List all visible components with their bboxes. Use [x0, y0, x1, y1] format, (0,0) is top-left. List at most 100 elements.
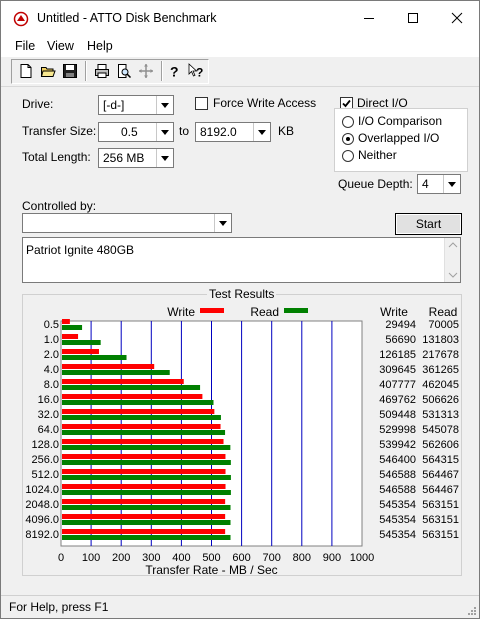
context-help-icon: ?	[188, 63, 203, 79]
transfer-to-dropdown-arrow[interactable]	[253, 123, 270, 141]
print-preview-icon	[118, 64, 132, 79]
toolbar-separator	[85, 61, 87, 81]
row-label: 4096.0	[25, 514, 59, 526]
total-length-label: Total Length:	[22, 150, 91, 164]
read-bar	[62, 340, 101, 345]
read-value: 563151	[422, 514, 459, 526]
read-value: 131803	[422, 334, 459, 346]
close-button[interactable]	[435, 1, 479, 35]
row-label: 1024.0	[25, 484, 59, 496]
io-comparison-radio[interactable]	[342, 116, 354, 128]
force-write-label: Force Write Access	[213, 96, 317, 110]
write-bar	[62, 454, 226, 459]
maximize-button[interactable]	[391, 1, 435, 35]
menu-help[interactable]: Help	[87, 39, 113, 53]
total-length-select[interactable]: 256 MB	[98, 148, 174, 168]
read-value: 361265	[422, 364, 459, 376]
row-label: 16.0	[38, 394, 59, 406]
menu-bar: File View Help	[1, 35, 479, 57]
io-mode-group: I/O Comparison Overlapped I/O Neither	[334, 108, 468, 172]
controlled-by-dropdown-arrow[interactable]	[214, 214, 231, 232]
save-button[interactable]	[59, 60, 81, 82]
write-bar	[62, 409, 215, 414]
read-value: 217678	[422, 349, 459, 361]
write-bar	[62, 439, 224, 444]
x-tick-label: 0	[58, 552, 64, 564]
menu-view[interactable]: View	[47, 39, 74, 53]
read-bar	[62, 370, 170, 375]
write-value: 539942	[379, 439, 416, 451]
title-bar[interactable]: Untitled - ATTO Disk Benchmark	[1, 1, 479, 35]
context-help-button[interactable]: ?	[185, 60, 207, 82]
transfer-size-from-select[interactable]: 0.5	[98, 122, 174, 142]
x-axis-label: Transfer Rate - MB / Sec	[145, 563, 277, 577]
write-value: 545354	[379, 529, 416, 541]
transfer-to-value: 8192.0	[200, 125, 237, 139]
queue-depth-value: 4	[422, 177, 429, 191]
write-bar	[62, 484, 226, 489]
move-button[interactable]	[135, 60, 157, 82]
read-bar	[62, 325, 83, 330]
open-button[interactable]	[37, 60, 59, 82]
benchmark-panel: Drive: [-d-] Force Write Access Direct I…	[11, 87, 471, 595]
read-value: 563151	[422, 529, 459, 541]
app-window: Untitled - ATTO Disk Benchmark File View…	[0, 0, 480, 619]
row-label: 64.0	[38, 424, 59, 436]
write-bar	[62, 349, 99, 354]
transfer-size-to-select[interactable]: 8192.0	[195, 122, 271, 142]
description-scrollbar[interactable]	[444, 238, 460, 282]
write-value: 407777	[379, 379, 416, 391]
about-button[interactable]: ?	[163, 60, 185, 82]
read-value: 564467	[422, 469, 459, 481]
total-length-dropdown-arrow[interactable]	[156, 149, 173, 167]
row-label: 1.0	[44, 334, 59, 346]
read-bar	[62, 460, 231, 465]
write-bar	[62, 424, 221, 429]
read-value: 562606	[422, 439, 459, 451]
read-bar	[62, 505, 231, 510]
write-bar	[62, 514, 226, 519]
row-label: 2048.0	[25, 499, 59, 511]
read-value: 545078	[422, 424, 459, 436]
write-value: 126185	[379, 349, 416, 361]
scroll-up-icon	[448, 242, 458, 248]
save-disk-icon	[63, 64, 77, 78]
chevron-down-icon	[161, 129, 169, 135]
new-button[interactable]	[15, 60, 37, 82]
print-button[interactable]	[91, 60, 113, 82]
x-tick-label: 800	[293, 552, 311, 564]
toolbar: ? ?	[1, 57, 479, 87]
transfer-from-value: 0.5	[121, 125, 138, 139]
maximize-icon	[408, 13, 418, 23]
drive-dropdown-arrow[interactable]	[156, 96, 173, 114]
radio-dot-icon	[346, 137, 350, 141]
chevron-down-icon	[161, 102, 169, 108]
size-grip-icon[interactable]	[465, 604, 477, 616]
row-label: 4.0	[44, 364, 59, 376]
neither-radio[interactable]	[342, 150, 354, 162]
force-write-checkbox[interactable]	[195, 97, 208, 110]
print-preview-button[interactable]	[113, 60, 135, 82]
description-textarea[interactable]: Patriot Ignite 480GB	[22, 237, 461, 283]
write-bar	[62, 379, 184, 384]
x-tick-label: 100	[82, 552, 100, 564]
read-bar	[62, 535, 231, 540]
transfer-from-dropdown-arrow[interactable]	[156, 123, 173, 141]
minimize-button[interactable]	[347, 1, 391, 35]
minimize-icon	[364, 18, 374, 19]
legend-read-swatch	[284, 308, 308, 313]
row-label: 256.0	[31, 454, 59, 466]
controlled-by-select[interactable]	[22, 213, 232, 233]
queue-depth-dropdown-arrow[interactable]	[443, 175, 460, 193]
queue-depth-select[interactable]: 4	[417, 174, 461, 194]
read-value: 563151	[422, 499, 459, 511]
write-value: 29494	[385, 319, 416, 331]
start-button[interactable]: Start	[395, 213, 462, 235]
menu-file[interactable]: File	[15, 39, 35, 53]
write-column-header: Write	[380, 305, 408, 319]
write-value: 546400	[379, 454, 416, 466]
overlapped-io-radio[interactable]	[342, 133, 354, 145]
read-value: 531313	[422, 409, 459, 421]
drive-select[interactable]: [-d-]	[98, 95, 174, 115]
close-icon	[451, 12, 463, 24]
